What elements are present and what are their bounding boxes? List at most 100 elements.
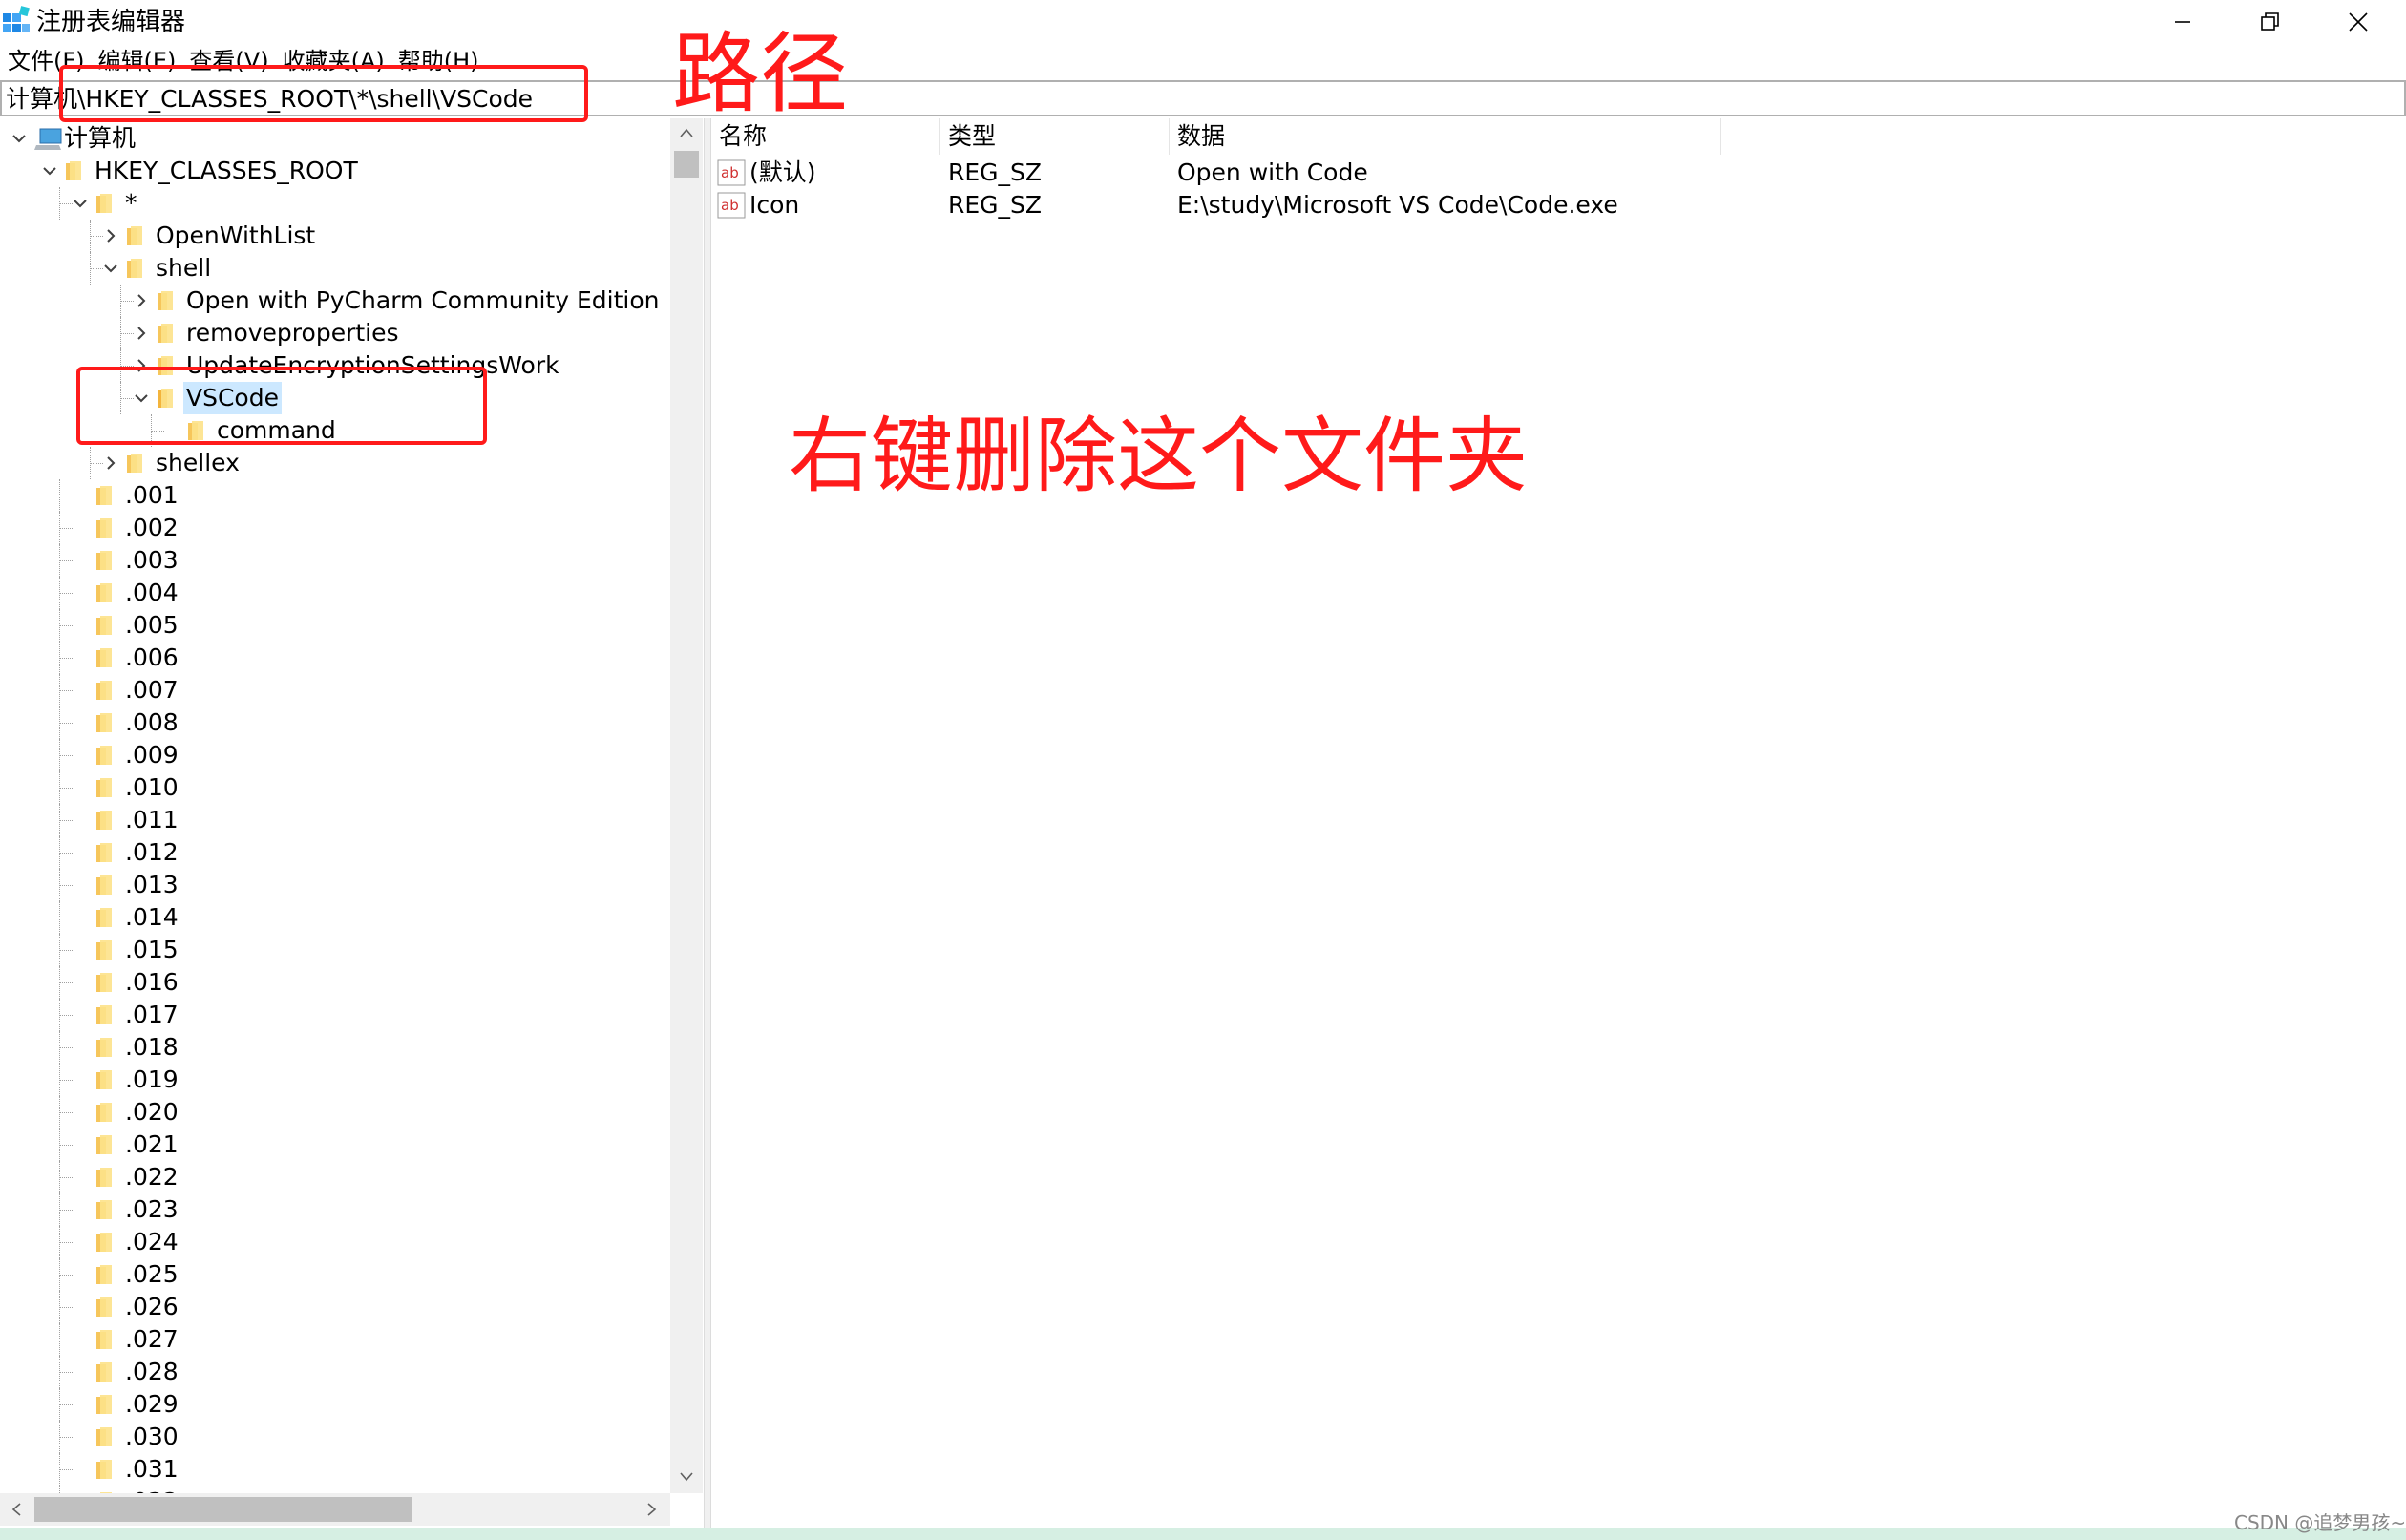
folder-icon bbox=[95, 1264, 115, 1285]
tree-item[interactable]: .023 bbox=[0, 1193, 668, 1226]
tree-item[interactable]: .011 bbox=[0, 804, 668, 836]
tree-item[interactable]: .005 bbox=[0, 609, 668, 642]
tree-item[interactable]: .018 bbox=[0, 1031, 668, 1064]
tree-item[interactable]: .026 bbox=[0, 1291, 668, 1323]
tree-item[interactable]: shellex bbox=[0, 447, 668, 479]
tree-item-label: .027 bbox=[125, 1325, 179, 1353]
scroll-thumb[interactable] bbox=[34, 1497, 412, 1522]
tree-item[interactable]: .020 bbox=[0, 1096, 668, 1129]
tree-item[interactable]: Open with PyCharm Community Edition bbox=[0, 285, 668, 317]
tree-item-label: * bbox=[125, 189, 137, 217]
tree-item[interactable]: .028 bbox=[0, 1356, 668, 1388]
close-button[interactable] bbox=[2314, 0, 2402, 44]
tree-item[interactable]: .006 bbox=[0, 642, 668, 674]
column-data-header[interactable]: 数据 bbox=[1170, 118, 1721, 155]
tree-horizontal-scrollbar[interactable] bbox=[0, 1493, 670, 1526]
tree-item[interactable]: .019 bbox=[0, 1064, 668, 1096]
tree-connector bbox=[59, 934, 60, 966]
tree-item[interactable]: HKEY_CLASSES_ROOT bbox=[0, 155, 668, 187]
tree-item[interactable]: .014 bbox=[0, 901, 668, 934]
folder-icon bbox=[95, 1037, 115, 1058]
tree-item-label: .026 bbox=[125, 1293, 179, 1320]
tree-connector bbox=[59, 593, 73, 594]
tree-item[interactable]: .001 bbox=[0, 479, 668, 512]
folder-icon bbox=[95, 777, 115, 798]
tree-item[interactable]: .029 bbox=[0, 1388, 668, 1421]
tree-item-label: .008 bbox=[125, 708, 179, 736]
value-data: E:\study\Microsoft VS Code\Code.exe bbox=[1177, 191, 1618, 219]
tree-item-label: .031 bbox=[125, 1455, 179, 1483]
tree-item-label: .010 bbox=[125, 773, 179, 801]
chevron-down-icon[interactable] bbox=[71, 194, 90, 213]
close-icon bbox=[2349, 12, 2368, 32]
tree-item-label: Open with PyCharm Community Edition bbox=[186, 286, 660, 314]
tree-item[interactable]: .031 bbox=[0, 1453, 668, 1486]
tree-item[interactable]: .004 bbox=[0, 577, 668, 609]
tree-item[interactable]: .013 bbox=[0, 869, 668, 901]
tree-connector bbox=[90, 447, 91, 479]
chevron-right-icon[interactable] bbox=[101, 226, 120, 245]
tree-item[interactable]: .012 bbox=[0, 836, 668, 869]
tree-item-label: .009 bbox=[125, 741, 179, 769]
tree-item-label: .016 bbox=[125, 968, 179, 996]
tree-vertical-scrollbar[interactable] bbox=[670, 118, 703, 1493]
chevron-right-icon[interactable] bbox=[132, 291, 151, 310]
scroll-down-button[interactable] bbox=[670, 1463, 703, 1491]
tree-item[interactable]: .007 bbox=[0, 674, 668, 707]
tree-connector bbox=[59, 512, 60, 544]
tree-item[interactable]: .008 bbox=[0, 707, 668, 739]
tree-item-label: .025 bbox=[125, 1260, 179, 1288]
string-value-icon: ab bbox=[717, 192, 746, 219]
restore-button[interactable] bbox=[2227, 0, 2314, 44]
values-pane: 名称 类型 数据 ab (默认) REG_SZ Open with Code ab Ico… bbox=[710, 118, 2406, 1528]
tree-connector bbox=[59, 1404, 73, 1405]
tree-item[interactable]: 计算机 bbox=[0, 122, 668, 155]
tree-item[interactable]: shell bbox=[0, 252, 668, 285]
folder-icon bbox=[95, 193, 115, 214]
scroll-left-button[interactable] bbox=[0, 1493, 32, 1526]
tree-connector bbox=[59, 966, 60, 999]
scroll-thumb[interactable] bbox=[674, 151, 699, 178]
chevron-right-icon[interactable] bbox=[132, 324, 151, 343]
chevron-down-icon[interactable] bbox=[40, 161, 59, 180]
tree-item[interactable]: .024 bbox=[0, 1226, 668, 1258]
regedit-app-icon bbox=[2, 6, 31, 34]
folder-icon bbox=[95, 842, 115, 863]
minimize-button[interactable] bbox=[2139, 0, 2227, 44]
folder-icon bbox=[95, 939, 115, 960]
tree-connector bbox=[59, 1047, 73, 1048]
tree-connector bbox=[59, 625, 73, 626]
chevron-right-icon[interactable] bbox=[101, 454, 120, 473]
tree-item[interactable]: .009 bbox=[0, 739, 668, 771]
tree-item[interactable]: .016 bbox=[0, 966, 668, 999]
tree-item[interactable]: .017 bbox=[0, 999, 668, 1031]
chevron-down-icon[interactable] bbox=[101, 259, 120, 278]
tree-item[interactable]: removeproperties bbox=[0, 317, 668, 349]
tree-item[interactable]: .025 bbox=[0, 1258, 668, 1291]
tree-item[interactable]: .022 bbox=[0, 1161, 668, 1193]
tree-item[interactable]: .002 bbox=[0, 512, 668, 544]
tree-item[interactable]: .003 bbox=[0, 544, 668, 577]
tree-connector bbox=[59, 1226, 60, 1258]
tree-item[interactable]: .030 bbox=[0, 1421, 668, 1453]
tree-item[interactable]: OpenWithList bbox=[0, 220, 668, 252]
tree-connector bbox=[59, 820, 73, 821]
tree-connector bbox=[59, 479, 60, 512]
tree-item[interactable]: .015 bbox=[0, 934, 668, 966]
value-row[interactable]: ab (默认) REG_SZ Open with Code bbox=[711, 157, 1857, 189]
tree-item[interactable]: .027 bbox=[0, 1323, 668, 1356]
folder-icon bbox=[95, 810, 115, 831]
tree-item[interactable]: * bbox=[0, 187, 668, 220]
tree-item[interactable]: .021 bbox=[0, 1129, 668, 1161]
computer-icon bbox=[34, 128, 63, 150]
tree-connector bbox=[59, 755, 73, 756]
tree-item[interactable]: .010 bbox=[0, 771, 668, 804]
delete-annotation: 右键删除这个文件夹 bbox=[789, 409, 1528, 504]
values-header: 名称 类型 数据 bbox=[711, 118, 1723, 155]
tree-item-label: .004 bbox=[125, 579, 179, 606]
column-type-header[interactable]: 类型 bbox=[940, 118, 1170, 155]
value-row[interactable]: ab Icon REG_SZ E:\study\Microsoft VS Code\C… bbox=[711, 189, 1857, 222]
folder-icon bbox=[157, 323, 176, 344]
scroll-right-button[interactable] bbox=[636, 1493, 668, 1526]
chevron-down-icon[interactable] bbox=[10, 129, 29, 148]
